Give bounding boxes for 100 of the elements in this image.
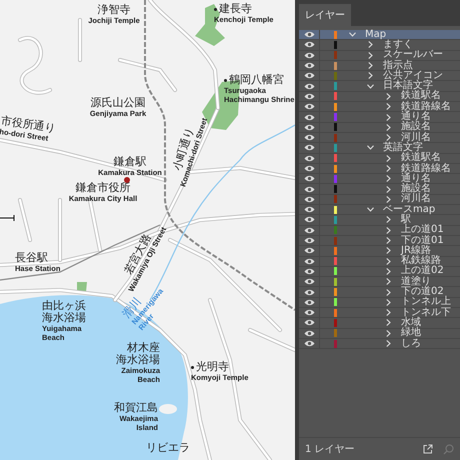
eye-icon[interactable] xyxy=(304,31,314,38)
place-label: 光明寺 xyxy=(196,361,229,373)
eye-icon[interactable] xyxy=(304,247,314,254)
layer-row[interactable]: 鉄道駅名 xyxy=(299,92,460,102)
place-label: 海水浴場 xyxy=(116,354,160,366)
layer-row[interactable]: ベースmap xyxy=(299,205,460,216)
eye-icon[interactable] xyxy=(304,72,314,80)
layer-name: 緑地 xyxy=(401,328,421,338)
chevron-right-icon[interactable] xyxy=(386,288,390,296)
scale-bar xyxy=(0,214,14,222)
layer-row[interactable]: 下の道01 xyxy=(299,236,460,246)
eye-icon[interactable] xyxy=(304,319,314,326)
layer-row[interactable]: 緑地 xyxy=(299,328,460,339)
eye-icon[interactable] xyxy=(304,103,314,110)
chevron-down-icon[interactable] xyxy=(348,32,356,38)
chevron-right-icon[interactable] xyxy=(386,124,390,131)
eye-icon[interactable] xyxy=(304,196,314,203)
eye-icon[interactable] xyxy=(304,206,314,214)
chevron-right-icon[interactable] xyxy=(386,196,390,203)
chevron-right-icon[interactable] xyxy=(386,134,390,142)
chevron-right-icon[interactable] xyxy=(386,103,390,110)
layer-row[interactable]: 通り名 xyxy=(299,174,460,184)
chevron-right-icon[interactable] xyxy=(386,114,390,121)
eye-icon[interactable] xyxy=(304,175,314,182)
layer-row[interactable]: 鉄道駅名 xyxy=(299,154,460,164)
chevron-right-icon[interactable] xyxy=(386,319,390,326)
layer-name: 上の道02 xyxy=(401,266,444,276)
chevron-right-icon[interactable] xyxy=(386,237,390,244)
eye-icon[interactable] xyxy=(304,144,314,152)
eye-icon[interactable] xyxy=(304,165,314,172)
chevron-right-icon[interactable] xyxy=(386,247,390,254)
eye-icon[interactable] xyxy=(304,134,314,142)
chevron-down-icon[interactable] xyxy=(366,145,374,150)
layer-name: ベースmap xyxy=(383,204,436,215)
layer-name: 公共アイコン xyxy=(383,70,443,81)
layers-tab[interactable]: レイヤー xyxy=(299,4,351,26)
eye-icon[interactable] xyxy=(304,237,314,244)
layer-row[interactable]: 上の道02 xyxy=(299,266,460,278)
chevron-right-icon[interactable] xyxy=(368,72,372,80)
eye-icon[interactable] xyxy=(304,52,314,59)
chevron-right-icon[interactable] xyxy=(368,41,372,48)
layer-row[interactable]: トンネル上 xyxy=(299,298,460,308)
eye-icon[interactable] xyxy=(304,340,314,348)
eye-icon[interactable] xyxy=(304,268,314,275)
eye-icon[interactable] xyxy=(304,154,314,162)
layer-row[interactable]: スケールバー xyxy=(299,50,460,61)
chevron-right-icon[interactable] xyxy=(386,278,390,286)
place-label: 長谷駅 xyxy=(15,252,48,264)
chevron-down-icon[interactable] xyxy=(366,207,374,212)
layer-row[interactable]: 施設名 xyxy=(299,122,460,133)
layer-name: 水域 xyxy=(401,318,421,328)
eye-icon[interactable] xyxy=(304,92,314,100)
eye-icon[interactable] xyxy=(304,62,314,70)
chevron-right-icon[interactable] xyxy=(386,175,390,182)
eye-icon[interactable] xyxy=(304,330,314,337)
eye-icon[interactable] xyxy=(304,258,314,265)
chevron-right-icon[interactable] xyxy=(368,62,372,70)
eye-icon[interactable] xyxy=(304,186,314,193)
chevron-right-icon[interactable] xyxy=(386,258,390,265)
layer-row[interactable]: Map xyxy=(299,30,460,40)
place-label: 由比ヶ浜 xyxy=(42,300,86,312)
layer-name: JR線路 xyxy=(401,246,431,256)
eye-icon[interactable] xyxy=(304,226,314,234)
eye-icon[interactable] xyxy=(304,41,314,48)
place-label: 浄智寺 xyxy=(98,4,130,16)
eye-icon[interactable] xyxy=(304,82,314,90)
chevron-right-icon[interactable] xyxy=(386,298,390,306)
chevron-right-icon[interactable] xyxy=(386,216,390,224)
layer-row[interactable]: ますく xyxy=(299,40,460,51)
eye-icon[interactable] xyxy=(304,124,314,131)
eye-icon[interactable] xyxy=(304,298,314,306)
layer-row[interactable]: しろ xyxy=(299,338,460,350)
layer-name: 上の道01 xyxy=(401,225,444,236)
layer-name: Map xyxy=(365,30,386,40)
location-dot-icon xyxy=(214,8,217,10)
eye-icon[interactable] xyxy=(304,288,314,296)
eye-icon[interactable] xyxy=(304,114,314,121)
chevron-right-icon[interactable] xyxy=(386,186,390,193)
chevron-right-icon[interactable] xyxy=(368,52,372,59)
layer-row[interactable]: 上の道01 xyxy=(299,226,460,236)
chevron-right-icon[interactable] xyxy=(386,309,390,316)
chevron-right-icon[interactable] xyxy=(386,92,390,100)
chevron-down-icon[interactable] xyxy=(366,84,374,89)
eye-icon[interactable] xyxy=(304,216,314,224)
external-link-icon[interactable] xyxy=(423,444,433,454)
chevron-right-icon[interactable] xyxy=(386,268,390,275)
layer-row[interactable]: 河川名 xyxy=(299,194,460,206)
layer-name: 私鉄線路 xyxy=(401,256,441,266)
chevron-right-icon[interactable] xyxy=(386,154,390,162)
eye-icon[interactable] xyxy=(304,309,314,316)
island-shape xyxy=(159,404,177,414)
chevron-right-icon[interactable] xyxy=(386,226,390,234)
eye-icon[interactable] xyxy=(304,278,314,286)
layer-name: 鉄道駅名 xyxy=(401,91,441,102)
layer-row[interactable]: 道塗り xyxy=(299,277,460,288)
layer-row[interactable]: トンネル下 xyxy=(299,308,460,318)
chevron-right-icon[interactable] xyxy=(386,165,390,172)
chevron-right-icon[interactable] xyxy=(386,330,390,337)
layer-row[interactable]: 下の道02 xyxy=(299,287,460,298)
chevron-right-icon[interactable] xyxy=(386,340,390,348)
